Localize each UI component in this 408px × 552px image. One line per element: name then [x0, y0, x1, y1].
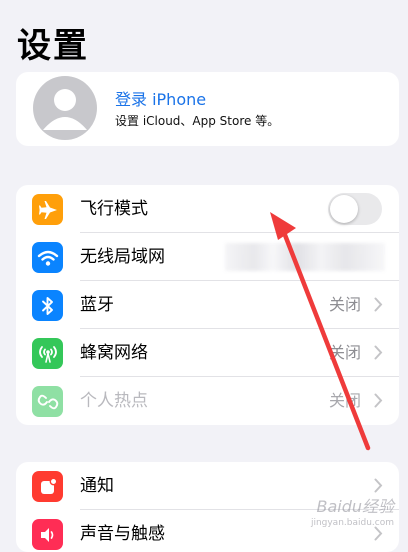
chevron-right-icon: [374, 345, 383, 360]
settings-row-label: 蓝牙: [80, 295, 114, 315]
wifi-icon: [32, 242, 63, 273]
chevron-right-icon: [374, 393, 383, 408]
settings-row-label: 蜂窝网络: [80, 343, 148, 363]
settings-row-wlan[interactable]: 无线局域网: [16, 233, 399, 281]
settings-row-personal-hotspot[interactable]: 个人热点 关闭: [16, 377, 399, 425]
chevron-right-icon: [374, 478, 383, 493]
settings-row-cellular[interactable]: 蜂窝网络 关闭: [16, 329, 399, 377]
settings-row-airplane-mode[interactable]: 飞行模式: [16, 185, 399, 233]
settings-row-bluetooth[interactable]: 蓝牙 关闭: [16, 281, 399, 329]
chevron-right-icon: [374, 297, 383, 312]
watermark-url: jingyan.baidu.com: [310, 518, 394, 528]
connectivity-group: 飞行模式 无线局域网 蓝牙 关闭 蜂窝网络 关闭 个人热点 关闭: [16, 185, 399, 425]
account-card[interactable]: 登录 iPhone 设置 iCloud、App Store 等。: [16, 72, 399, 146]
airplane-icon: [32, 194, 63, 225]
watermark: Baidu经验 jingyan.baidu.com: [311, 499, 394, 531]
bluetooth-icon: [32, 290, 63, 321]
account-text: 登录 iPhone 设置 iCloud、App Store 等。: [115, 90, 279, 129]
page-title: 设置: [17, 26, 89, 66]
notification-icon: [32, 471, 63, 502]
signin-subtitle: 设置 iCloud、App Store 等。: [115, 114, 280, 128]
hotspot-icon: [32, 386, 63, 417]
avatar-icon: [33, 76, 97, 140]
settings-row-label: 飞行模式: [80, 199, 148, 219]
settings-row-value: 关闭: [328, 295, 361, 314]
settings-row-value: 关闭: [328, 343, 361, 362]
signin-link[interactable]: 登录 iPhone: [115, 90, 279, 110]
settings-row-label: 无线局域网: [80, 247, 165, 267]
settings-row-label: 声音与触感: [80, 524, 165, 544]
settings-row-label: 通知: [80, 476, 114, 496]
toggle-knob: [330, 195, 358, 223]
cellular-icon: [32, 338, 63, 369]
sound-icon: [32, 519, 63, 550]
watermark-brand: Baidu经验: [316, 497, 394, 516]
obscured-network-name: [225, 243, 385, 271]
settings-row-label: 个人热点: [80, 391, 148, 411]
settings-row-value: 关闭: [328, 391, 361, 410]
airplane-mode-toggle[interactable]: [328, 193, 382, 225]
